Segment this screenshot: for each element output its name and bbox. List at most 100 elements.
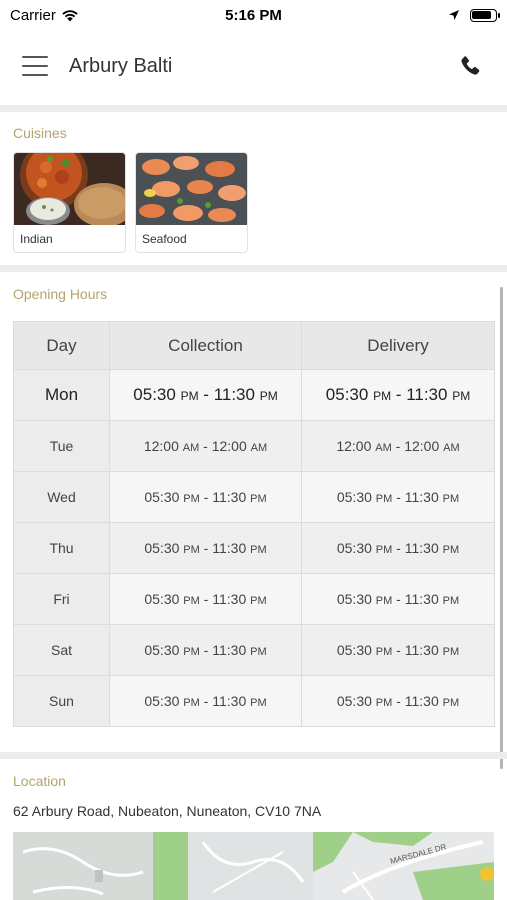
time-end: 11:30 [404,693,439,709]
collection-time-cell: 05:30 PM - 11:30 PM [109,369,302,421]
time-start-ampm: PM [183,646,200,658]
time-end: 11:30 [404,591,439,607]
table-header-row: Day Collection Delivery [13,321,495,370]
time-end-ampm: PM [442,646,460,658]
time-separator: - [392,591,405,607]
time-separator: - [199,591,213,607]
time-separator: - [199,489,213,505]
column-header-day: Day [13,321,110,370]
page-title: Arbury Balti [69,54,173,77]
time-start: 05:30 [133,385,176,404]
delivery-time-cell: 05:30 PM - 11:30 PM [301,471,495,523]
time-end: 11:30 [212,540,247,556]
time-separator: - [391,385,407,404]
menu-line [22,65,48,67]
time-start-ampm: PM [183,493,200,505]
day-cell: Sat [13,624,110,676]
delivery-time-cell: 05:30 PM - 11:30 PM [301,573,495,625]
time-separator: - [391,438,405,454]
time-start-ampm: PM [375,493,393,505]
time-start-ampm: AM [182,442,200,454]
time-start: 05:30 [144,489,180,505]
battery-icon [469,8,500,22]
table-row: Thu 05:30 PM - 11:30 PM 05:30 PM - 11:30 P… [13,522,495,574]
time-end: 11:30 [212,642,247,658]
day-cell: Sun [13,675,110,727]
time-start: 05:30 [144,540,180,556]
time-end-ampm: PM [250,646,267,658]
phone-icon[interactable] [455,51,485,81]
time-start: 12:00 [143,438,179,454]
table-row: Tue 12:00 AM - 12:00 AM 12:00 AM - 12:00 A… [13,420,495,472]
time-end-ampm: PM [442,595,460,607]
time-end: 11:30 [404,642,439,658]
table-row: Wed 05:30 PM - 11:30 PM 05:30 PM - 11:30 P… [13,471,495,523]
day-cell: Mon [13,369,110,421]
time-start-ampm: PM [183,544,200,556]
time-end-ampm: AM [250,442,268,454]
column-header-delivery: Delivery [301,321,495,370]
column-header-collection: Collection [109,321,302,370]
time-start-ampm: PM [375,697,393,709]
time-end-ampm: PM [452,389,471,403]
opening-hours-label: Opening Hours [13,286,108,302]
opening-hours-table: Day Collection Delivery Mon 05:30 PM - 11… [13,321,495,727]
location-label: Location [13,773,66,789]
time-start: 05:30 [336,642,372,658]
time-start-ampm: PM [375,595,393,607]
time-end: 12:00 [211,438,247,454]
cuisine-name: Indian [20,232,53,246]
time-end-ampm: PM [442,544,460,556]
time-end: 11:30 [404,489,439,505]
time-start-ampm: PM [183,697,200,709]
time-separator: - [199,438,212,454]
app-header: Arbury Balti [0,30,507,102]
day-cell: Tue [13,420,110,472]
time-separator: - [198,385,214,404]
time-end-ampm: PM [250,544,267,556]
menu-line [22,74,48,76]
status-left: Carrier [10,7,160,24]
hamburger-menu-icon[interactable] [22,56,48,76]
time-end-ampm: PM [250,697,267,709]
delivery-time-cell: 05:30 PM - 11:30 PM [301,369,495,421]
status-time: 5:16 PM [225,6,282,24]
day-cell: Fri [13,573,110,625]
time-separator: - [199,642,213,658]
time-end: 11:30 [406,385,448,404]
time-end: 11:30 [212,591,247,607]
battery-fill [472,11,492,19]
time-start-ampm: PM [180,389,199,403]
time-start: 05:30 [336,489,372,505]
wifi-icon [62,9,78,21]
time-start: 05:30 [336,693,372,709]
time-start-ampm: PM [183,595,200,607]
cuisine-card-seafood[interactable]: Seafood [135,152,248,253]
time-separator: - [392,489,405,505]
time-start: 05:30 [336,540,372,556]
time-end-ampm: PM [259,389,278,403]
collection-time-cell: 05:30 PM - 11:30 PM [109,675,302,727]
time-start: 12:00 [336,438,372,454]
delivery-time-cell: 05:30 PM - 11:30 PM [301,624,495,676]
table-row: Mon 05:30 PM - 11:30 PM 05:30 PM - 11:30 P… [13,369,495,421]
time-end-ampm: PM [442,493,460,505]
time-start: 05:30 [325,385,369,404]
table-row: Sat 05:30 PM - 11:30 PM 05:30 PM - 11:30 P… [13,624,495,676]
scrollbar[interactable] [500,287,503,769]
seafood-cuisine-image [136,153,247,225]
address-text: 62 Arbury Road, Nubeaton, Nuneaton, CV10… [13,803,322,819]
time-separator: - [392,540,405,556]
time-end: 11:30 [212,489,247,505]
time-separator: - [199,693,213,709]
indian-cuisine-image [14,153,125,225]
time-end: 11:30 [213,385,255,404]
location-map[interactable]: MARSDALE DR [13,832,494,900]
time-separator: - [199,540,213,556]
status-right [347,8,500,22]
time-end-ampm: PM [442,697,460,709]
time-end: 11:30 [404,540,439,556]
table-row: Sun 05:30 PM - 11:30 PM 05:30 PM - 11:30 P… [13,675,495,727]
section-divider [0,265,507,272]
cuisine-card-indian[interactable]: Indian [13,152,126,253]
